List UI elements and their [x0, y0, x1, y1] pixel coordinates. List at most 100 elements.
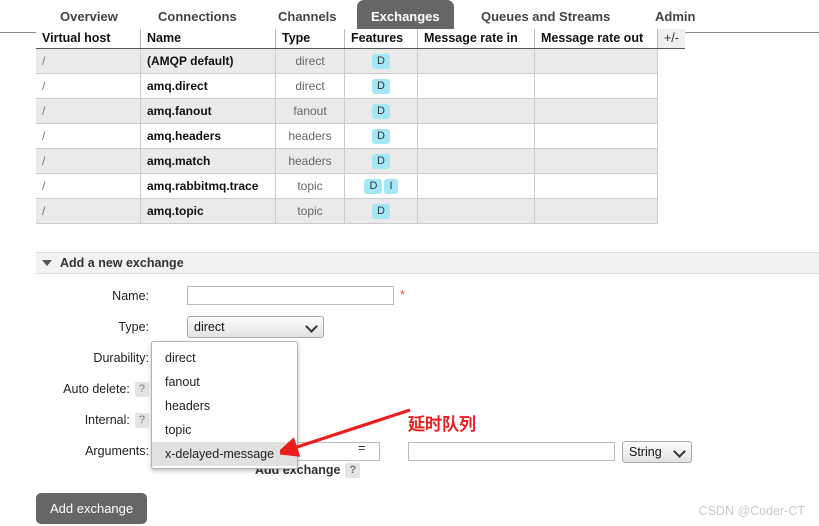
column-header-features[interactable]: Features — [344, 29, 418, 49]
feature-badge-internal: I — [384, 179, 398, 194]
cell-message-rate-out — [534, 48, 658, 74]
feature-badge-durable: D — [364, 179, 383, 194]
column-header-name[interactable]: Name — [140, 29, 276, 49]
cell-type: fanout — [275, 98, 345, 124]
chevron-down-icon — [673, 445, 686, 458]
exchange-type-select[interactable]: direct — [187, 316, 324, 338]
cell-exchange-name[interactable]: amq.headers — [140, 123, 276, 149]
internal-label: Internal:? — [36, 410, 149, 430]
add-exchange-section-toggle[interactable]: Add a new exchange — [36, 252, 819, 274]
triangle-down-icon — [42, 260, 52, 266]
cell-virtual-host: / — [36, 48, 141, 74]
auto-delete-help-icon[interactable]: ? — [134, 382, 149, 397]
feature-badge-durable: D — [372, 129, 390, 144]
column-header-virtual-host[interactable]: Virtual host — [36, 29, 141, 49]
dropdown-option-topic[interactable]: topic — [152, 418, 297, 442]
cell-virtual-host: / — [36, 173, 141, 199]
form-row-name: Name: * — [36, 286, 736, 317]
cell-message-rate-out — [534, 123, 658, 149]
cell-message-rate-in — [417, 173, 535, 199]
form-row-durability: Durability: — [36, 348, 736, 379]
cell-message-rate-out — [534, 98, 658, 124]
name-label: Name: — [112, 289, 149, 303]
tab-admin[interactable]: Admin — [641, 2, 709, 32]
feature-badge-durable: D — [372, 104, 390, 119]
cell-virtual-host: / — [36, 123, 141, 149]
durability-label: Durability: — [93, 351, 149, 365]
feature-badge-durable: D — [372, 54, 390, 69]
cell-message-rate-out — [534, 73, 658, 99]
cell-message-rate-out — [534, 173, 658, 199]
cell-virtual-host: / — [36, 148, 141, 174]
cell-exchange-name[interactable]: (AMQP default) — [140, 48, 276, 74]
cell-message-rate-in — [417, 198, 535, 224]
table-row[interactable]: / amq.fanout fanout D — [36, 98, 685, 124]
form-row-type: Type: direct — [36, 316, 736, 348]
tab-channels[interactable]: Channels — [264, 2, 351, 32]
feature-badge-durable: D — [372, 79, 390, 94]
cell-features: D — [344, 123, 418, 149]
feature-badge-durable: D — [372, 154, 390, 169]
cell-exchange-name[interactable]: amq.match — [140, 148, 276, 174]
argument-type-select[interactable]: String — [622, 441, 692, 463]
cell-message-rate-in — [417, 148, 535, 174]
arguments-help-icon[interactable]: ? — [345, 463, 361, 478]
annotation-arrow-icon — [280, 408, 411, 457]
dropdown-option-direct[interactable]: direct — [152, 346, 297, 370]
internal-help-icon[interactable]: ? — [134, 413, 149, 428]
cell-message-rate-in — [417, 48, 535, 74]
cell-exchange-name[interactable]: amq.rabbitmq.trace — [140, 173, 276, 199]
cell-features: D — [344, 48, 418, 74]
cell-exchange-name[interactable]: amq.fanout — [140, 98, 276, 124]
cell-type: headers — [275, 148, 345, 174]
cell-features: DI — [344, 173, 418, 199]
cell-message-rate-in — [417, 98, 535, 124]
argument-type-selected-value: String — [629, 445, 662, 459]
cell-exchange-name[interactable]: amq.topic — [140, 198, 276, 224]
cell-message-rate-out — [534, 198, 658, 224]
add-exchange-button[interactable]: Add exchange — [36, 493, 148, 524]
cell-type: topic — [275, 173, 345, 199]
column-header-type[interactable]: Type — [275, 29, 345, 49]
table-row[interactable]: / amq.rabbitmq.trace topic DI — [36, 173, 685, 199]
dropdown-option-headers[interactable]: headers — [152, 394, 297, 418]
dropdown-option-x-delayed-message[interactable]: x-delayed-message — [152, 442, 297, 466]
cell-type: direct — [275, 48, 345, 74]
column-header-message-rate-in[interactable]: Message rate in — [417, 29, 535, 49]
cell-message-rate-in — [417, 123, 535, 149]
cell-message-rate-in — [417, 73, 535, 99]
table-row[interactable]: / amq.match headers D — [36, 148, 685, 174]
tab-connections[interactable]: Connections — [144, 2, 251, 32]
cell-features: D — [344, 73, 418, 99]
cell-virtual-host: / — [36, 198, 141, 224]
table-row[interactable]: / (AMQP default) direct D — [36, 48, 685, 74]
exchange-type-selected-value: direct — [194, 320, 225, 334]
exchange-name-input[interactable] — [187, 286, 394, 305]
type-label: Type: — [118, 320, 149, 334]
cell-exchange-name[interactable]: amq.direct — [140, 73, 276, 99]
table-row[interactable]: / amq.direct direct D — [36, 73, 685, 99]
table-header-row: Virtual host Name Type Features Message … — [36, 29, 685, 49]
cell-features: D — [344, 198, 418, 224]
cell-virtual-host: / — [36, 98, 141, 124]
tab-overview[interactable]: Overview — [46, 2, 132, 32]
column-toggle-button[interactable]: +/- — [657, 29, 685, 49]
exchange-type-dropdown-list[interactable]: direct fanout headers topic x-delayed-me… — [151, 341, 298, 469]
auto-delete-label: Auto delete:? — [36, 379, 149, 399]
auto-delete-label-text: Auto delete: — [63, 382, 130, 396]
name-required-marker: * — [400, 287, 406, 302]
dropdown-option-fanout[interactable]: fanout — [152, 370, 297, 394]
feature-badge-durable: D — [372, 204, 390, 219]
table-row[interactable]: / amq.topic topic D — [36, 198, 685, 224]
watermark-text: CSDN @Coder-CT — [698, 504, 805, 518]
cell-features: D — [344, 98, 418, 124]
chevron-down-icon — [305, 320, 318, 333]
tab-queues-and-streams[interactable]: Queues and Streams — [467, 2, 624, 32]
cell-features: D — [344, 148, 418, 174]
arguments-label: Arguments: — [85, 444, 149, 458]
column-header-message-rate-out[interactable]: Message rate out — [534, 29, 658, 49]
cell-type: direct — [275, 73, 345, 99]
exchanges-table: Virtual host Name Type Features Message … — [36, 29, 685, 224]
cell-type: topic — [275, 198, 345, 224]
table-row[interactable]: / amq.headers headers D — [36, 123, 685, 149]
